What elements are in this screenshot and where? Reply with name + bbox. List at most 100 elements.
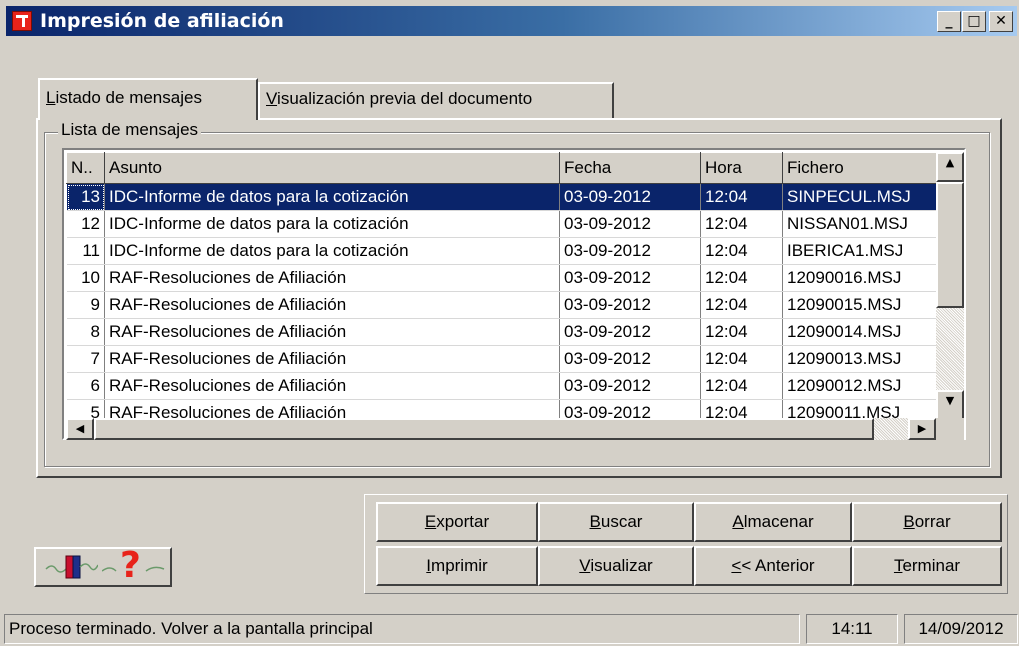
imprimir-button[interactable]: Imprimir xyxy=(376,546,538,586)
row-number: 7 xyxy=(66,345,105,373)
tab-visualizacion-previa[interactable]: Visualización previa del documento xyxy=(258,82,614,118)
table-row[interactable]: 7 RAF-Resoluciones de Afiliación 03-09-201… xyxy=(66,345,937,373)
row-asunto: IDC-Informe de datos para la cotización xyxy=(104,183,560,211)
title-bar[interactable]: Impresión de afiliación _ □ ✕ xyxy=(6,6,1017,36)
column-header-asunto[interactable]: Asunto xyxy=(104,152,560,184)
tab-label: istado de mensajes xyxy=(55,88,202,107)
button-label: isualizar xyxy=(590,556,653,575)
tab-mnemonic: V xyxy=(266,89,278,108)
row-fichero: 12090013.MSJ xyxy=(782,345,937,373)
row-fichero: 12090012.MSJ xyxy=(782,372,937,400)
column-header-fichero[interactable]: Fichero xyxy=(782,152,937,184)
row-asunto: RAF-Resoluciones de Afiliación xyxy=(104,345,560,373)
button-label: < Anterior xyxy=(741,556,815,575)
message-table: N.. Asunto Fecha Hora Fichero 13 IDC-Info… xyxy=(66,152,937,427)
row-fichero: NISSAN01.MSJ xyxy=(782,210,937,238)
row-fecha: 03-09-2012 xyxy=(559,264,701,292)
row-hora: 12:04 xyxy=(700,264,783,292)
horizontal-scrollbar[interactable]: ◀ ▶ xyxy=(66,418,936,440)
row-fecha: 03-09-2012 xyxy=(559,183,701,211)
row-hora: 12:04 xyxy=(700,291,783,319)
button-mnemonic: V xyxy=(579,556,591,575)
help-question-icon[interactable]: ? xyxy=(101,545,166,586)
row-asunto: IDC-Informe de datos para la cotización xyxy=(104,237,560,265)
app-window: Impresión de afiliación _ □ ✕ Listado de… xyxy=(0,0,1019,646)
row-fichero: 12090015.MSJ xyxy=(782,291,937,319)
row-number: 8 xyxy=(66,318,105,346)
buscar-button[interactable]: Buscar xyxy=(538,502,694,542)
visualizar-button[interactable]: Visualizar xyxy=(538,546,694,586)
terminar-button[interactable]: Terminar xyxy=(852,546,1002,586)
row-asunto: IDC-Informe de datos para la cotización xyxy=(104,210,560,238)
button-label: lmacenar xyxy=(743,512,814,531)
row-fecha: 03-09-2012 xyxy=(559,318,701,346)
button-mnemonic: A xyxy=(732,512,744,531)
row-hora: 12:04 xyxy=(700,237,783,265)
row-number: 6 xyxy=(66,372,105,400)
book-exit-icon[interactable] xyxy=(44,553,99,581)
tab-listado-mensajes[interactable]: Listado de mensajes xyxy=(38,78,258,120)
table-row[interactable]: 9 RAF-Resoluciones de Afiliación 03-09-201… xyxy=(66,291,937,319)
scroll-down-arrow-icon[interactable]: ▼ xyxy=(936,390,964,420)
button-mnemonic: B xyxy=(903,512,915,531)
row-asunto: RAF-Resoluciones de Afiliación xyxy=(104,291,560,319)
row-fecha: 03-09-2012 xyxy=(559,372,701,400)
table-row[interactable]: 6 RAF-Resoluciones de Afiliación 03-09-201… xyxy=(66,372,937,400)
scroll-right-arrow-icon[interactable]: ▶ xyxy=(908,418,936,440)
maximize-button[interactable]: □ xyxy=(962,11,986,32)
button-label: uscar xyxy=(600,512,643,531)
table-row[interactable]: 11 IDC-Informe de datos para la cotizació… xyxy=(66,237,937,265)
toolbox: ? xyxy=(34,545,172,587)
scroll-corner xyxy=(936,418,964,440)
button-mnemonic: < xyxy=(731,556,742,575)
scroll-left-arrow-icon[interactable]: ◀ xyxy=(66,418,94,440)
row-fecha: 03-09-2012 xyxy=(559,345,701,373)
column-header-fecha[interactable]: Fecha xyxy=(559,152,701,184)
status-date: 14/09/2012 xyxy=(904,614,1018,644)
row-hora: 12:04 xyxy=(700,345,783,373)
row-hora: 12:04 xyxy=(700,210,783,238)
scroll-up-arrow-icon[interactable]: ▲ xyxy=(936,152,964,182)
row-fichero: 12090016.MSJ xyxy=(782,264,937,292)
tab-label: isualización previa del documento xyxy=(277,89,533,108)
button-label: erminar xyxy=(902,556,961,575)
anterior-button[interactable]: << Anterior xyxy=(694,546,852,586)
button-mnemonic: E xyxy=(424,512,437,531)
row-fecha: 03-09-2012 xyxy=(559,237,701,265)
status-message: Proceso terminado. Volver a la pantalla … xyxy=(4,614,800,644)
row-hora: 12:04 xyxy=(700,318,783,346)
vertical-scrollbar[interactable]: ▲ ▼ xyxy=(936,152,964,420)
horizontal-scroll-thumb[interactable] xyxy=(94,418,874,440)
row-fichero: IBERICA1.MSJ xyxy=(782,237,937,265)
table-row[interactable]: 8 RAF-Resoluciones de Afiliación 03-09-201… xyxy=(66,318,937,346)
table-row[interactable]: 13 IDC-Informe de datos para la cotizació… xyxy=(66,183,937,211)
button-label: orrar xyxy=(914,512,951,531)
row-hora: 12:04 xyxy=(700,183,783,211)
column-header-n[interactable]: N.. xyxy=(66,152,105,184)
button-label: mprimir xyxy=(431,556,488,575)
almacenar-button[interactable]: Almacenar xyxy=(694,502,852,542)
button-label: xportar xyxy=(436,512,490,531)
close-button[interactable]: ✕ xyxy=(989,11,1013,32)
status-time: 14:11 xyxy=(806,614,898,644)
exportar-button[interactable]: Exportar xyxy=(376,502,538,542)
table-row[interactable]: 12 IDC-Informe de datos para la cotizació… xyxy=(66,210,937,238)
row-number: 11 xyxy=(66,237,105,265)
message-list[interactable]: N.. Asunto Fecha Hora Fichero 13 IDC-Info… xyxy=(62,148,966,440)
button-mnemonic: B xyxy=(589,512,601,531)
row-number: 9 xyxy=(66,291,105,319)
borrar-button[interactable]: Borrar xyxy=(852,502,1002,542)
row-number: 13 xyxy=(66,183,105,211)
row-number: 10 xyxy=(66,264,105,292)
app-logo-icon xyxy=(12,11,32,31)
row-fichero: SINPECUL.MSJ xyxy=(782,183,937,211)
vertical-scroll-thumb[interactable] xyxy=(936,182,964,308)
row-hora: 12:04 xyxy=(700,372,783,400)
row-fecha: 03-09-2012 xyxy=(559,210,701,238)
group-legend: Lista de mensajes xyxy=(58,120,202,140)
table-row[interactable]: 10 RAF-Resoluciones de Afiliación 03-09-20… xyxy=(66,264,937,292)
row-asunto: RAF-Resoluciones de Afiliación xyxy=(104,264,560,292)
minimize-button[interactable]: _ xyxy=(937,11,961,32)
help-glyph: ? xyxy=(120,545,141,586)
column-header-hora[interactable]: Hora xyxy=(700,152,783,184)
